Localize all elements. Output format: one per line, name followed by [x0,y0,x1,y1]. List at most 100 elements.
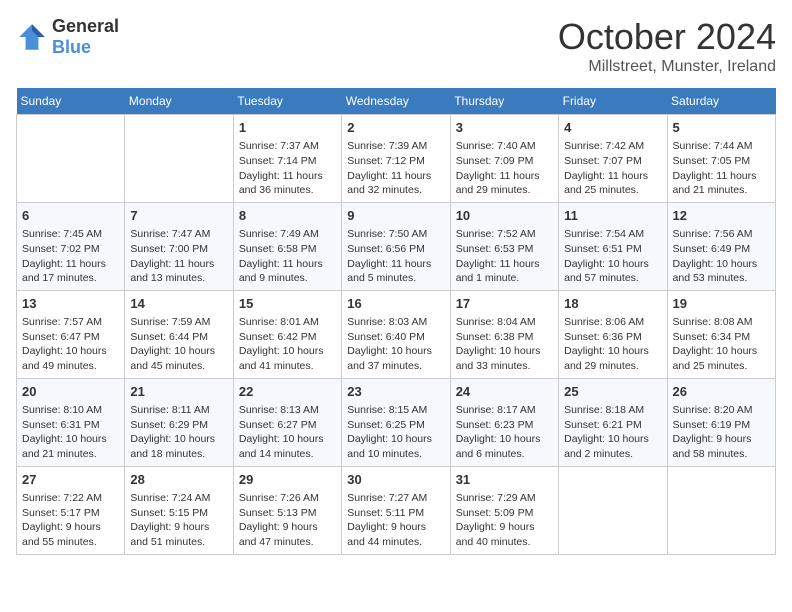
table-row: 14Sunrise: 7:59 AM Sunset: 6:44 PM Dayli… [125,290,233,378]
table-row: 25 Sunrise: 8:18 AM Sunset: 6:21 PM Dayli… [559,378,667,466]
cell-content: Sunrise: 8:10 AM Sunset: 6:31 PM Dayligh… [22,403,119,462]
day-number: 19 [673,295,770,313]
logo-icon [16,21,48,53]
day-number: 31 [456,471,553,489]
day-number: 26 [673,383,770,401]
cell-content: Sunrise: 7:24 AM Sunset: 5:15 PM Dayligh… [130,491,227,550]
table-row: 19 Sunrise: 8:08 AM Sunset: 6:34 PM Dayli… [667,290,775,378]
week-row-2: 6 Sunrise: 7:45 AM Sunset: 7:02 PM Daylig… [17,202,776,290]
col-friday: Friday [559,88,667,115]
cell-content: Sunrise: 7:37 AM Sunset: 7:14 PM Dayligh… [239,139,336,198]
col-thursday: Thursday [450,88,558,115]
header-row: Sunday Monday Tuesday Wednesday Thursday… [17,88,776,115]
day-number: 12 [673,207,770,225]
day-number: 20 [22,383,119,401]
col-saturday: Saturday [667,88,775,115]
cell-content: Sunrise: 7:49 AM Sunset: 6:58 PM Dayligh… [239,227,336,286]
table-row: 6 Sunrise: 7:45 AM Sunset: 7:02 PM Daylig… [17,202,125,290]
day-number: 6 [22,207,119,225]
table-row: 7 Sunrise: 7:47 AM Sunset: 7:00 PM Daylig… [125,202,233,290]
cell-content: Sunrise: 7:59 AM Sunset: 6:44 PM Dayligh… [130,315,227,374]
table-row: 23 Sunrise: 8:15 AM Sunset: 6:25 PM Dayli… [342,378,450,466]
day-number: 24 [456,383,553,401]
cell-content: Sunrise: 7:27 AM Sunset: 5:11 PM Dayligh… [347,491,444,550]
table-row: 18Sunrise: 8:06 AM Sunset: 6:36 PM Dayli… [559,290,667,378]
col-monday: Monday [125,88,233,115]
cell-content: Sunrise: 8:06 AM Sunset: 6:36 PM Dayligh… [564,315,661,374]
table-row: 1 Sunrise: 7:37 AM Sunset: 7:14 PM Daylig… [233,115,341,203]
table-row: 13Sunrise: 7:57 AM Sunset: 6:47 PM Dayli… [17,290,125,378]
day-number: 8 [239,207,336,225]
table-row: 15Sunrise: 8:01 AM Sunset: 6:42 PM Dayli… [233,290,341,378]
day-number: 1 [239,119,336,137]
calendar-subtitle: Millstreet, Munster, Ireland [558,58,776,76]
day-number: 10 [456,207,553,225]
day-number: 22 [239,383,336,401]
table-row: 22 Sunrise: 8:13 AM Sunset: 6:27 PM Dayli… [233,378,341,466]
table-row: 27Sunrise: 7:22 AM Sunset: 5:17 PM Dayli… [17,466,125,554]
table-row: 11 Sunrise: 7:54 AM Sunset: 6:51 PM Dayli… [559,202,667,290]
title-area: October 2024 Millstreet, Munster, Irelan… [558,16,776,76]
day-number: 11 [564,207,661,225]
cell-content: Sunrise: 8:04 AM Sunset: 6:38 PM Dayligh… [456,315,553,374]
table-row: 4 Sunrise: 7:42 AM Sunset: 7:07 PM Daylig… [559,115,667,203]
calendar-table: Sunday Monday Tuesday Wednesday Thursday… [16,88,776,555]
cell-content: Sunrise: 7:54 AM Sunset: 6:51 PM Dayligh… [564,227,661,286]
table-row: 5Sunrise: 7:44 AM Sunset: 7:05 PM Daylig… [667,115,775,203]
table-row: 24 Sunrise: 8:17 AM Sunset: 6:23 PM Dayli… [450,378,558,466]
cell-content: Sunrise: 7:42 AM Sunset: 7:07 PM Dayligh… [564,139,661,198]
cell-content: Sunrise: 7:40 AM Sunset: 7:09 PM Dayligh… [456,139,553,198]
table-row: 29Sunrise: 7:26 AM Sunset: 5:13 PM Dayli… [233,466,341,554]
col-sunday: Sunday [17,88,125,115]
day-number: 2 [347,119,444,137]
table-row: 16Sunrise: 8:03 AM Sunset: 6:40 PM Dayli… [342,290,450,378]
cell-content: Sunrise: 7:44 AM Sunset: 7:05 PM Dayligh… [673,139,770,198]
cell-content: Sunrise: 7:47 AM Sunset: 7:00 PM Dayligh… [130,227,227,286]
day-number: 28 [130,471,227,489]
logo: General Blue [16,16,119,58]
table-row: 8 Sunrise: 7:49 AM Sunset: 6:58 PM Daylig… [233,202,341,290]
calendar-title: October 2024 [558,16,776,58]
cell-content: Sunrise: 8:18 AM Sunset: 6:21 PM Dayligh… [564,403,661,462]
cell-content: Sunrise: 8:17 AM Sunset: 6:23 PM Dayligh… [456,403,553,462]
cell-content: Sunrise: 7:29 AM Sunset: 5:09 PM Dayligh… [456,491,553,550]
logo-text: General Blue [52,16,119,58]
day-number: 16 [347,295,444,313]
cell-content: Sunrise: 7:52 AM Sunset: 6:53 PM Dayligh… [456,227,553,286]
cell-content: Sunrise: 8:15 AM Sunset: 6:25 PM Dayligh… [347,403,444,462]
header: General Blue October 2024 Millstreet, Mu… [16,16,776,76]
cell-content: Sunrise: 7:45 AM Sunset: 7:02 PM Dayligh… [22,227,119,286]
table-row: 17 Sunrise: 8:04 AM Sunset: 6:38 PM Dayli… [450,290,558,378]
cell-content: Sunrise: 7:56 AM Sunset: 6:49 PM Dayligh… [673,227,770,286]
week-row-4: 20 Sunrise: 8:10 AM Sunset: 6:31 PM Dayli… [17,378,776,466]
cell-content: Sunrise: 8:13 AM Sunset: 6:27 PM Dayligh… [239,403,336,462]
table-row: 9 Sunrise: 7:50 AM Sunset: 6:56 PM Daylig… [342,202,450,290]
cell-content: Sunrise: 8:01 AM Sunset: 6:42 PM Dayligh… [239,315,336,374]
table-row: 28 Sunrise: 7:24 AM Sunset: 5:15 PM Dayli… [125,466,233,554]
week-row-1: 1 Sunrise: 7:37 AM Sunset: 7:14 PM Daylig… [17,115,776,203]
day-number: 17 [456,295,553,313]
cell-content: Sunrise: 8:20 AM Sunset: 6:19 PM Dayligh… [673,403,770,462]
day-number: 21 [130,383,227,401]
day-number: 25 [564,383,661,401]
week-row-3: 13Sunrise: 7:57 AM Sunset: 6:47 PM Dayli… [17,290,776,378]
cell-content: Sunrise: 8:08 AM Sunset: 6:34 PM Dayligh… [673,315,770,374]
week-row-5: 27Sunrise: 7:22 AM Sunset: 5:17 PM Dayli… [17,466,776,554]
day-number: 23 [347,383,444,401]
table-row: 26 Sunrise: 8:20 AM Sunset: 6:19 PM Dayli… [667,378,775,466]
day-number: 27 [22,471,119,489]
day-number: 3 [456,119,553,137]
table-row [125,115,233,203]
table-row: 20 Sunrise: 8:10 AM Sunset: 6:31 PM Dayli… [17,378,125,466]
day-number: 13 [22,295,119,313]
table-row [17,115,125,203]
col-tuesday: Tuesday [233,88,341,115]
cell-content: Sunrise: 7:50 AM Sunset: 6:56 PM Dayligh… [347,227,444,286]
table-row: 21Sunrise: 8:11 AM Sunset: 6:29 PM Dayli… [125,378,233,466]
day-number: 30 [347,471,444,489]
day-number: 4 [564,119,661,137]
day-number: 7 [130,207,227,225]
day-number: 9 [347,207,444,225]
col-wednesday: Wednesday [342,88,450,115]
table-row: 30 Sunrise: 7:27 AM Sunset: 5:11 PM Dayli… [342,466,450,554]
